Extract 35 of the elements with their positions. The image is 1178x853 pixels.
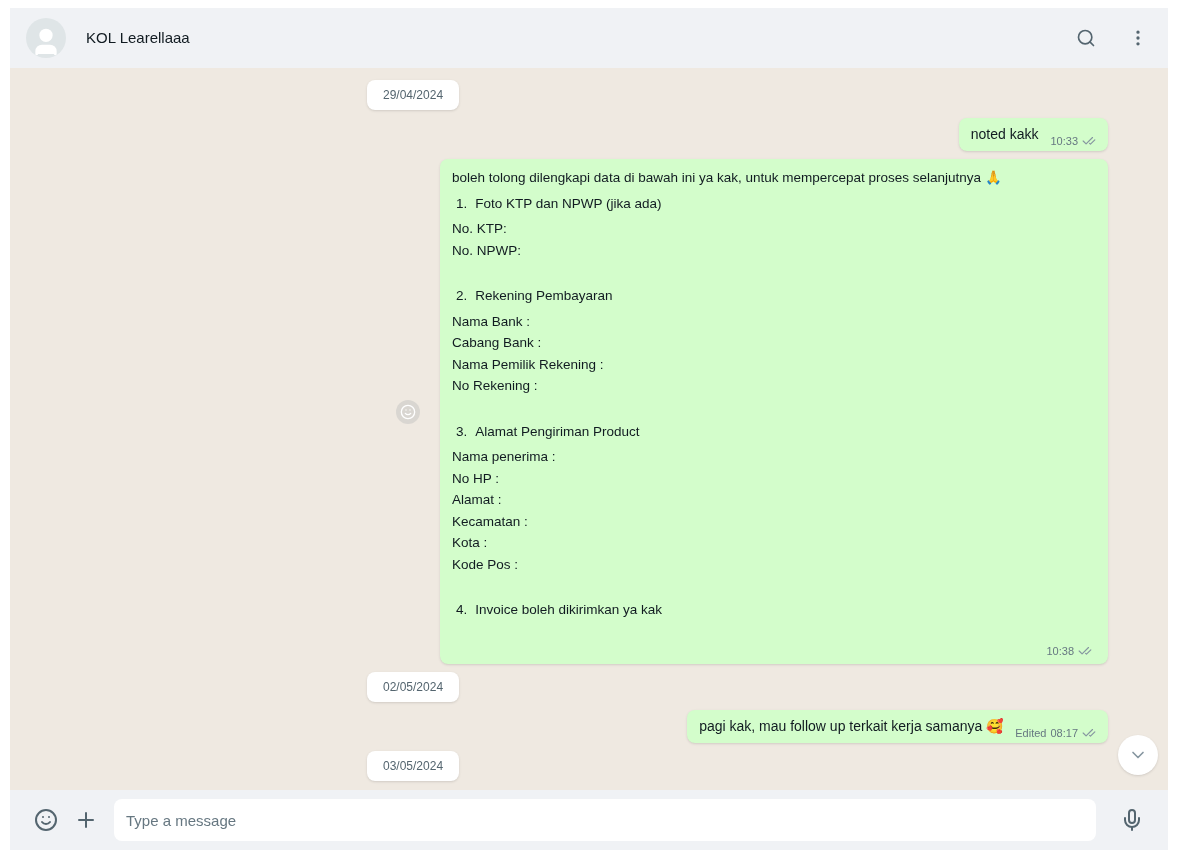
emoji-icon[interactable] (34, 808, 58, 832)
list-item-text: Invoice boleh dikirimkan ya kak (475, 601, 663, 619)
list-item-text: Rekening Pembayaran (475, 287, 613, 305)
list-item-text: Alamat Pengiriman Product (475, 422, 640, 441)
date-pill: 29/04/2024 (367, 80, 460, 110)
search-icon[interactable] (1076, 28, 1096, 48)
message-line: Kode Pos : (452, 555, 520, 574)
message-time: 08:17 (1050, 725, 1078, 741)
message-time: 10:33 (1050, 133, 1078, 149)
date-pill: 03/05/2024 (367, 751, 460, 781)
list-number: 4. (456, 601, 468, 619)
message-line: Alamat : (452, 491, 503, 509)
message-line: Cabang Bank : (452, 334, 543, 352)
message-line: Nama Pemilik Rekening : (452, 355, 605, 374)
smiley-icon (400, 403, 416, 420)
message-line: No Rekening : (452, 377, 539, 395)
message-line: boleh tolong dilengkapi data di bawah ini ya kak, untuk mempercepat proses selanjutnya 🙏 (452, 169, 1003, 187)
message-line: Nama Bank : (452, 312, 532, 331)
message-line: No. KTP: (452, 220, 508, 238)
date-pill: 02/05/2024 (367, 672, 460, 702)
message-line: No HP : (452, 469, 501, 488)
list-number: 1. (456, 194, 468, 213)
message-input[interactable]: Type a message (114, 799, 1096, 841)
message-line: Nama penerima : (452, 448, 557, 466)
message-line: Kecamatan : (452, 512, 529, 531)
edited-label: Edited (1015, 725, 1047, 741)
message-text: noted kakk (970, 125, 1039, 144)
contact-name[interactable]: KOL Learellaaa (86, 26, 190, 50)
list-item-text: Foto KTP dan NPWP (jika ada) (475, 194, 662, 213)
message-text: pagi kak, mau follow up terkait kerja samanya 🥰 (699, 717, 1004, 736)
message-line: No. NPWP: (452, 241, 522, 260)
message-time: 10:38 (1046, 643, 1074, 659)
list-number: 3. (456, 422, 468, 441)
message-line: Kota : (452, 534, 489, 552)
list-number: 2. (456, 287, 468, 305)
